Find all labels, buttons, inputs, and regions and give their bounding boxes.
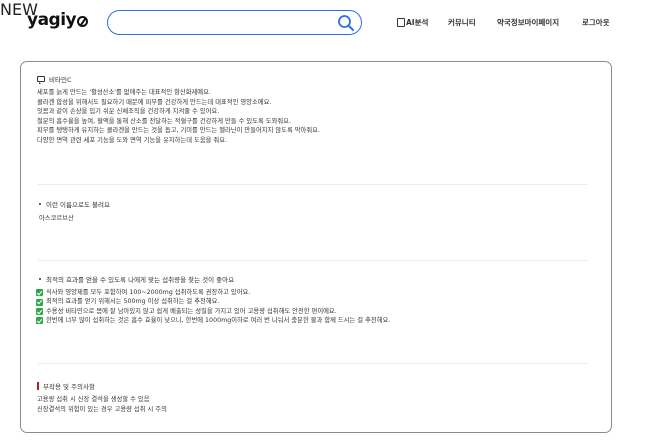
nav-pharmacy-mypage[interactable]: 약국정보마이페이지: [497, 17, 559, 28]
checkbox-checked-icon: [36, 298, 43, 306]
warning-bar-icon: [37, 381, 39, 390]
section-divider: [38, 363, 588, 364]
vitamin-line: 철분의 흡수율을 높여, 혈액을 통해 산소를 전달하는 적혈구를 건강하게 만…: [37, 117, 291, 125]
section-divider: [38, 184, 588, 185]
dosage-item-text: 한번에 너무 많이 섭취하는 것은 흡수 효율이 낮으니, 한번에 1000mg…: [46, 317, 391, 325]
vitamin-line: 다양한 면역 관련 세포 기능을 도와 면역 기능을 유지하는데 도움을 줘요.: [37, 136, 228, 144]
nav-logout[interactable]: 로그아웃: [582, 17, 610, 28]
dosage-item: 최적의 효과를 얻기 위해서는 500mg 이상 섭취하는 걸 추천해요.: [36, 297, 587, 306]
document-icon: [397, 18, 405, 27]
top-header: yagiy NEW AI분석 커뮤니티 약국정보마이페이지 로그아웃: [0, 0, 647, 44]
vitamin-line: 잇몸과 같이 손상을 입기 쉬운 신체조직을 건강하게 지켜줄 수 있어요.: [37, 108, 220, 116]
vitamin-line: 콜라겐 합성을 위해서도 필요하기 때문에 피부를 건강하게 만드는데 대표적인…: [37, 98, 272, 106]
checkbox-checked-icon: [36, 308, 43, 316]
dosage-title-text: 최적의 효과를 얻을 수 있도록 나에게 맞는 섭취량을 찾는 것이 좋아요: [46, 275, 235, 284]
checkbox-checked-icon: [36, 317, 43, 325]
side-effect-line: 신장결석의 위험이 있는 경우 고용량 섭취 시 주의: [37, 405, 167, 413]
aliases-value: 아스코르브산: [39, 215, 74, 222]
dosage-item: 식사와 영양제를 모두 포함하여 100~2000mg 섭취하도록 권장하고 있…: [36, 288, 587, 297]
chat-bubble-icon: [37, 75, 45, 84]
vitamin-title-text: 비타민C: [49, 75, 72, 84]
side-effects-section: 부작용 및 주의사항 고용량 섭취 시 신장 결석을 생성할 수 있음 신장결석…: [37, 381, 587, 414]
nav-ai-analysis-label: AI분석: [406, 18, 429, 27]
dosage-item: 수용성 비타민으로 몸에 잘 남아있지 않고 쉽게 배출되는 성질을 가지고 있…: [36, 307, 587, 316]
side-effect-line: 고용량 섭취 시 신장 결석을 생성할 수 있음: [37, 396, 150, 403]
side-effects-title: 부작용 및 주의사항: [37, 381, 587, 391]
dosage-item-text: 수용성 비타민으로 몸에 잘 남아있지 않고 쉽게 배출되는 성질을 가지고 있…: [46, 307, 337, 315]
vitamin-line: 세포를 늙게 만드는 '활성산소'를 없애주는 대표적인 항산화제예요.: [37, 89, 211, 96]
aliases-title: 이런 이름으로도 불려요: [37, 199, 587, 209]
bullet-icon: [39, 202, 41, 205]
side-effects-title-text: 부작용 및 주의사항: [43, 382, 95, 391]
section-divider: [38, 260, 588, 261]
search-icon[interactable]: [337, 14, 355, 32]
vitamin-section: 비타민C 세포를 늙게 만드는 '활성산소'를 없애주는 대표적인 항산화제예요…: [37, 74, 587, 146]
dosage-title: 최적의 효과를 얻을 수 있도록 나에게 맞는 섭취량을 찾는 것이 좋아요: [37, 274, 587, 284]
logo-text: yagiy: [27, 10, 77, 30]
aliases-title-text: 이런 이름으로도 불려요: [46, 200, 110, 209]
logo-mark-icon: [77, 16, 89, 27]
dosage-item: 한번에 너무 많이 섭취하는 것은 흡수 효율이 낮으니, 한번에 1000mg…: [36, 316, 587, 325]
vitamin-line: 피부를 탱탱하게 유지하는 콜라겐을 만드는 것을 돕고, 기미를 만드는 멜라…: [37, 127, 320, 135]
vitamin-title: 비타민C: [37, 74, 587, 84]
search-input[interactable]: [118, 14, 318, 31]
checkbox-checked-icon: [36, 289, 43, 297]
dosage-item-text: 식사와 영양제를 모두 포함하여 100~2000mg 섭취하도록 권장하고 있…: [46, 289, 251, 296]
aliases-section: 이런 이름으로도 불려요 아스코르브산: [37, 199, 587, 224]
dosage-section: 최적의 효과를 얻을 수 있도록 나에게 맞는 섭취량을 찾는 것이 좋아요 식…: [36, 274, 587, 326]
search-bar[interactable]: [107, 10, 362, 35]
nav-ai-analysis[interactable]: AI분석: [397, 17, 428, 28]
bullet-icon: [39, 277, 41, 280]
dosage-item-text: 최적의 효과를 얻기 위해서는 500mg 이상 섭취하는 걸 추천해요.: [46, 298, 220, 306]
nav-community[interactable]: 커뮤니티: [448, 17, 476, 28]
yagiyo-logo[interactable]: yagiy: [27, 10, 89, 30]
